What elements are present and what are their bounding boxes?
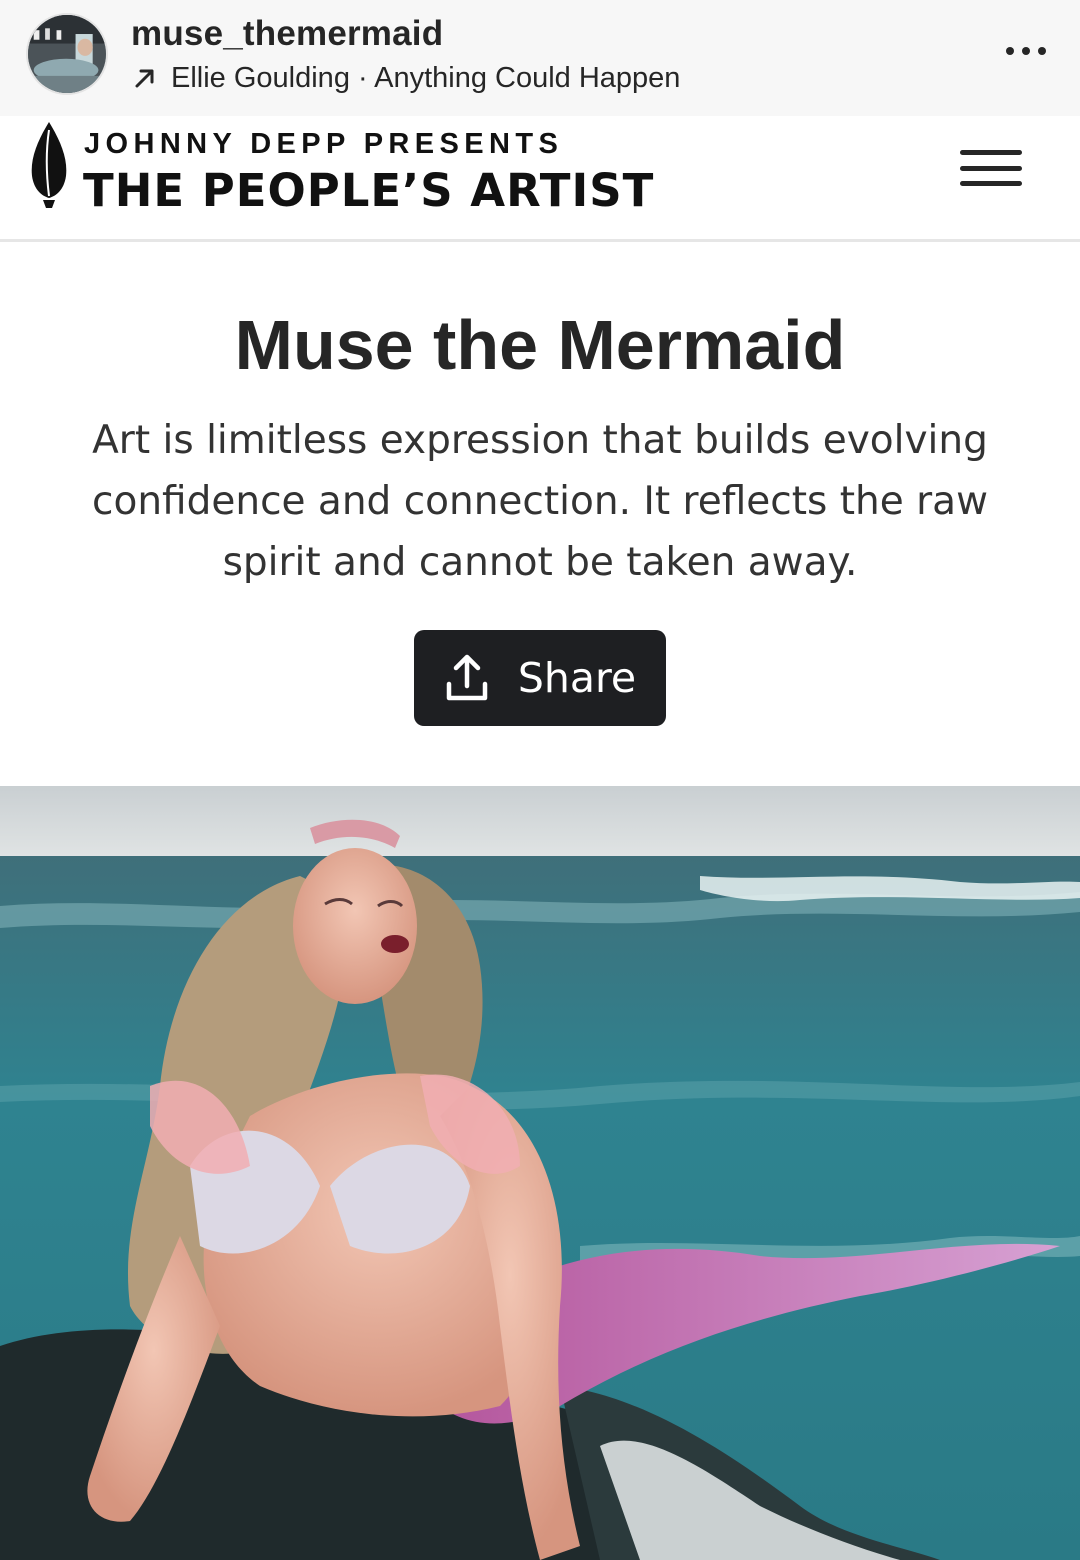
music-label: Ellie Goulding · Anything Could Happen xyxy=(171,61,681,94)
north-east-arrow-icon xyxy=(135,69,154,88)
music-link[interactable]: Ellie Goulding · Anything Could Happen xyxy=(131,60,680,96)
menu-line xyxy=(960,181,1022,186)
share-button[interactable]: Share xyxy=(414,630,666,726)
page-title: Muse the Mermaid xyxy=(234,306,846,384)
menu-line xyxy=(960,150,1022,155)
post-header: muse_themermaid Ellie Goulding · Anythin… xyxy=(0,0,1080,116)
brand-title[interactable]: THE PEOPLE’S ARTIST xyxy=(83,164,654,217)
profile-avatar[interactable] xyxy=(26,13,108,95)
more-dots-icon xyxy=(1006,47,1014,55)
share-label: Share xyxy=(517,654,637,702)
mermaid-photo xyxy=(0,786,1080,1560)
more-options-button[interactable] xyxy=(1006,34,1046,68)
site-nav: JOHNNY DEPP PRESENTS THE PEOPLE’S ARTIST xyxy=(0,116,1080,242)
username[interactable]: muse_themermaid xyxy=(131,14,443,54)
presents-label: JOHNNY DEPP PRESENTS xyxy=(84,128,564,160)
quill-pen-icon[interactable] xyxy=(28,120,70,212)
page-description: Art is limitless expression that builds … xyxy=(92,418,988,585)
menu-line xyxy=(960,165,1022,171)
upload-icon xyxy=(446,654,488,701)
more-dot xyxy=(1022,47,1030,55)
more-dot xyxy=(1038,47,1046,55)
hamburger-menu-icon[interactable] xyxy=(960,150,1022,186)
